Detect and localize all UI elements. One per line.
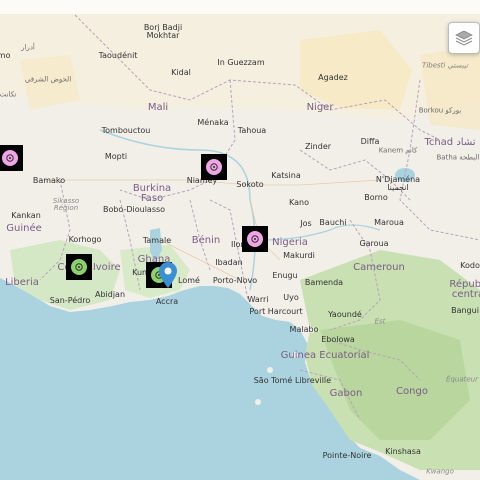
map-label-bangui: Bangui	[451, 306, 479, 315]
map-label-ndjamena: N'Djaména انجمينا	[375, 175, 421, 192]
map-label-congo: Congo	[396, 386, 428, 397]
map-label-warri: Warri	[247, 295, 269, 304]
map-label-lome: Lomé	[178, 276, 200, 285]
map-label-kinshasa: Kinshasa	[385, 447, 421, 456]
map-label-kodo: Kodo	[460, 261, 480, 270]
map-label-borkou: Borkou بوركو	[418, 106, 462, 115]
map-label-adrar: أدرار	[21, 43, 35, 52]
map-label-malabo: Malabo	[289, 325, 319, 334]
map-label-kidal: Kidal	[171, 68, 191, 77]
marker-icon	[2, 150, 18, 166]
marker-icon	[71, 259, 87, 275]
map-label-sikasso: Sikasso Région	[52, 197, 80, 212]
map-label-gabon: Gabon	[329, 388, 363, 399]
map-label-libreville: Libreville	[294, 376, 332, 385]
map-label-yaounde: Yaoundé	[328, 310, 362, 319]
map-label-tibesti: Tibesti تيبستي	[422, 61, 468, 70]
map-label-batha: Batha البطحة	[436, 153, 480, 162]
marker-icon	[206, 159, 222, 175]
map-label-burkina-faso: Burkina Faso	[132, 183, 172, 204]
map-label-cameroun: Cameroun	[353, 262, 405, 273]
map-label-bamako: Bamako	[32, 176, 66, 185]
map-label-kanem: Kanem كانم	[378, 146, 418, 155]
map-label-garoua: Garoua	[359, 239, 389, 248]
map-label-makurdi: Makurdi	[283, 251, 315, 260]
map-label-liberia: Liberia	[5, 277, 39, 288]
map-label-mali: Mali	[147, 102, 169, 113]
map-label-enugu: Enugu	[272, 271, 298, 280]
map-label-ebolowa: Ebolowa	[321, 335, 355, 344]
map-view[interactable]: Borj Badji Mokhtar Taoudénit In Guezzam Aga…	[0, 0, 480, 480]
map-label-bauchi: Bauchi	[319, 218, 347, 227]
layers-icon	[455, 30, 473, 46]
map-label-uyo: Uyo	[283, 293, 299, 302]
map-label-porto-novo: Porto-Novo	[212, 276, 258, 285]
map-marker-m4[interactable]	[66, 254, 92, 280]
map-top-strip	[0, 0, 480, 14]
map-label-tombouctou: Tombouctou	[101, 126, 151, 135]
map-label-est: Est	[374, 317, 386, 326]
map-label-benin: Bénin	[191, 235, 221, 246]
map-label-port-harcourt: Port Harcourt	[249, 307, 303, 316]
map-marker-m2[interactable]	[201, 154, 227, 180]
map-label-sokoto: Sokoto	[236, 180, 264, 189]
map-label-niger: Niger	[306, 102, 334, 113]
map-label-tchad: Tchad تشاد	[424, 137, 476, 148]
map-label-kwango: Kwango	[426, 467, 454, 476]
map-label-bamenda: Bamenda	[304, 278, 344, 287]
map-label-korhogo: Korhogo	[68, 235, 102, 244]
map-label-borno: Borno	[364, 193, 388, 202]
map-label-guinee: Guinée	[6, 223, 42, 234]
map-label-guinea-ecuatorial: Guinea Ecuatorial	[280, 350, 370, 361]
map-label-mo: mo	[0, 51, 11, 60]
map-label-katsina: Katsina	[271, 171, 301, 180]
map-label-pointe-noire: Pointe-Noire	[322, 451, 372, 460]
map-label-equateur: Équateur	[446, 375, 478, 384]
map-label-tagant: تكانت	[0, 90, 17, 99]
map-label-ibadan: Ibadan	[215, 258, 243, 267]
map-label-in-guezzam: In Guezzam	[217, 58, 265, 67]
map-pin-icon	[159, 262, 177, 288]
map-label-republique: Républi centra	[449, 279, 480, 300]
map-label-accra: Accra	[155, 297, 179, 306]
map-label-zinder: Zinder	[304, 142, 332, 151]
map-label-maroua: Maroua	[374, 218, 404, 227]
location-pin-icon[interactable]	[159, 262, 177, 292]
layers-button[interactable]	[448, 22, 480, 54]
map-label-taoudenit: Taoudénit	[98, 51, 138, 60]
map-label-tamale: Tamale	[142, 236, 172, 245]
map-label-bobo: Bobo-Dioulasso	[102, 205, 166, 214]
map-label-menaka: Ménaka	[197, 118, 229, 127]
map-label-mopti: Mopti	[104, 152, 128, 161]
map-label-borj-badji-mokhtar: Borj Badji Mokhtar	[143, 23, 183, 40]
map-label-nigeria: Nigeria	[272, 237, 308, 248]
map-label-sao-tome: São Tomé	[253, 376, 293, 385]
map-label-san-pedro: San-Pédro	[49, 296, 91, 305]
map-marker-m3[interactable]	[242, 226, 268, 252]
map-marker-m1[interactable]	[0, 145, 23, 171]
map-label-abidjan: Abidjan	[94, 290, 126, 299]
map-label-kankan: Kankan	[11, 211, 41, 220]
marker-icon	[247, 231, 263, 247]
map-label-jos: Jos	[300, 219, 312, 228]
map-label-tahoua: Tahoua	[237, 126, 267, 135]
map-label-diffa: Diffa	[360, 137, 380, 146]
map-label-hodh: الحوض الشرقي	[24, 75, 72, 84]
map-label-kano: Kano	[289, 198, 309, 207]
map-label-agadez: Agadez	[318, 73, 348, 82]
